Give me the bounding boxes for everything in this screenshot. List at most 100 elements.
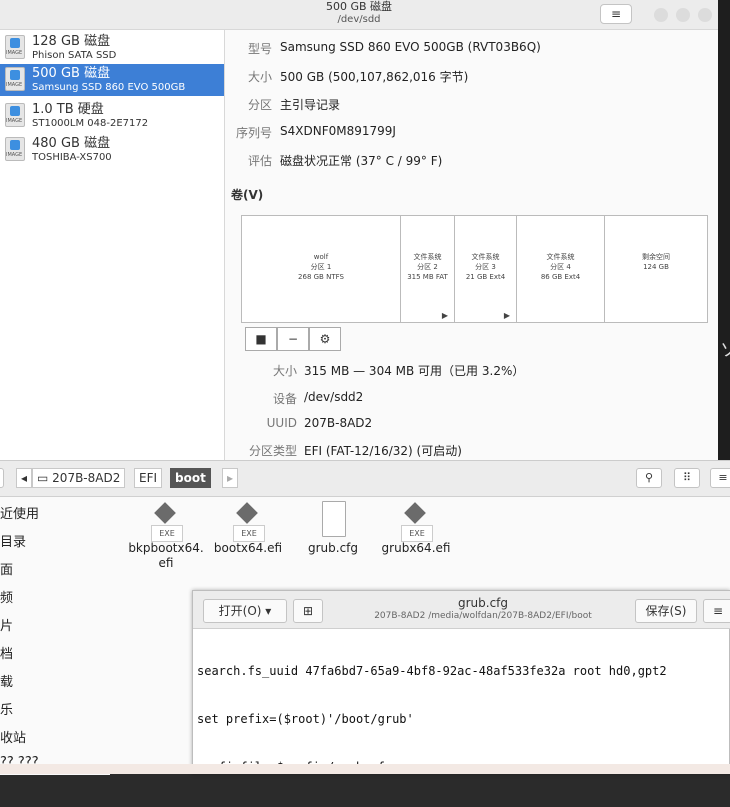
document-path: 207B-8AD2 /media/wolfdan/207B-8AD2/EFI/b… bbox=[374, 611, 592, 621]
desktop-glyph: ソ bbox=[720, 340, 730, 361]
breadcrumb-label: 207B-8AD2 bbox=[52, 471, 121, 485]
drive-icon: ▭ bbox=[37, 471, 49, 485]
uuid-value: 207B-8AD2 bbox=[304, 416, 373, 430]
document-title: grub.cfg bbox=[457, 596, 509, 610]
file-item[interactable]: bootx64.efi bbox=[208, 501, 288, 556]
pin-icon[interactable]: ⊞ bbox=[293, 599, 323, 623]
serial-value: S4XDNF0M891799J bbox=[280, 124, 396, 138]
back-button[interactable] bbox=[0, 468, 4, 488]
segment-title: 文件系统 bbox=[471, 253, 500, 261]
minimize-button[interactable] bbox=[654, 8, 668, 22]
segment-title: wolf bbox=[313, 253, 329, 261]
segment-title: 文件系统 bbox=[546, 253, 575, 261]
volume-segment-free[interactable]: 剩余空间 124 GB bbox=[605, 216, 707, 322]
file-name: bkpbootx64.efi bbox=[128, 541, 204, 570]
disk-item[interactable]: 1.0 TB 硬盘 ST1000LM 048-2E7172 bbox=[0, 100, 224, 132]
chevron-left-icon[interactable]: ◂ bbox=[16, 468, 32, 488]
places-sidebar: 近使用 目录 面 频 片 档 载 乐 收站 ?? ??? bbox=[0, 497, 110, 775]
disk-name: 500 GB 磁盘 bbox=[32, 66, 111, 81]
volume-segment[interactable]: wolf 分区 1 268 GB NTFS bbox=[242, 216, 401, 322]
sidebar-item-desktop[interactable]: 面 bbox=[0, 559, 13, 578]
segment-size: 86 GB Ext4 bbox=[540, 273, 581, 281]
segment-size: 315 MB FAT bbox=[407, 273, 448, 281]
executable-file-icon bbox=[233, 501, 265, 542]
editor-headerbar: 打开(O) ▾ ⊞ grub.cfg 207B-8AD2 /media/wolf… bbox=[193, 591, 730, 629]
text-editor-window: 打开(O) ▾ ⊞ grub.cfg 207B-8AD2 /media/wolf… bbox=[192, 590, 730, 774]
save-button[interactable]: 保存(S) bbox=[635, 599, 697, 623]
breadcrumb-drive[interactable]: ▭ 207B-8AD2 bbox=[32, 468, 126, 488]
sidebar-item-music[interactable]: 乐 bbox=[0, 699, 13, 718]
model-value: Samsung SSD 860 EVO 500GB (RVT03B6Q) bbox=[280, 40, 541, 54]
partition-type-label: 分区类型 bbox=[248, 444, 297, 458]
disk-item[interactable]: 128 GB 磁盘 Phison SATA SSD bbox=[0, 32, 224, 64]
file-name: bootx64.efi bbox=[213, 541, 283, 555]
delete-partition-button[interactable]: − bbox=[277, 327, 309, 351]
segment-title: 文件系统 bbox=[413, 253, 442, 261]
segment-partition: 分区 2 bbox=[417, 263, 438, 271]
serial-label: 序列号 bbox=[235, 126, 272, 140]
unmount-button[interactable]: ■ bbox=[245, 327, 277, 351]
code-line: search.fs_uuid 47fa6bd7-65a9-4bf8-92ac-4… bbox=[197, 664, 667, 678]
text-editor-area[interactable]: search.fs_uuid 47fa6bd7-65a9-4bf8-92ac-4… bbox=[197, 631, 730, 774]
maximize-button[interactable] bbox=[676, 8, 690, 22]
file-name: grub.cfg bbox=[307, 541, 359, 555]
partitioning-label: 分区 bbox=[247, 98, 272, 112]
segment-size: 21 GB Ext4 bbox=[465, 273, 506, 281]
open-button[interactable]: 打开(O) ▾ bbox=[203, 599, 287, 623]
sidebar-item-videos[interactable]: 频 bbox=[0, 587, 13, 606]
breadcrumb-boot[interactable]: boot bbox=[170, 468, 211, 488]
gear-icon[interactable]: ⚙ bbox=[309, 327, 341, 351]
volume-segment[interactable]: 文件系统 分区 3 21 GB Ext4 ▶ bbox=[455, 216, 517, 322]
partition-type-value: EFI (FAT-12/16/32) (可启动) bbox=[304, 444, 462, 458]
sidebar-item-pictures[interactable]: 片 bbox=[0, 615, 13, 634]
chevron-right-icon[interactable]: ▸ bbox=[222, 468, 238, 488]
text-file-icon bbox=[318, 501, 348, 539]
disk-item[interactable]: 480 GB 磁盘 TOSHIBA-XS700 bbox=[0, 134, 224, 166]
disk-name: 480 GB 磁盘 bbox=[32, 136, 111, 151]
disk-name: 128 GB 磁盘 bbox=[32, 34, 111, 49]
volume-segment[interactable]: 文件系统 分区 4 86 GB Ext4 bbox=[517, 216, 605, 322]
segment-partition: 分区 4 bbox=[550, 263, 571, 271]
sidebar-item-documents[interactable]: 档 bbox=[0, 643, 13, 662]
disk-image-icon bbox=[5, 67, 25, 91]
disks-window: 500 GB 磁盘 /dev/sdd ≡ 128 GB 磁盘 Phison SA… bbox=[0, 0, 718, 460]
disk-image-icon bbox=[5, 137, 25, 161]
sidebar-item-downloads[interactable]: 载 bbox=[0, 671, 13, 690]
executable-file-icon bbox=[401, 501, 433, 542]
disk-model: Samsung SSD 860 EVO 500GB bbox=[32, 82, 186, 93]
file-item[interactable]: grubx64.efi bbox=[376, 501, 456, 556]
sidebar-item-home[interactable]: 目录 bbox=[0, 531, 26, 550]
disk-item-selected[interactable]: 500 GB 磁盘 Samsung SSD 860 EVO 500GB bbox=[0, 64, 224, 96]
desktop-background bbox=[718, 0, 730, 460]
device-value: /dev/sdd2 bbox=[304, 390, 364, 404]
breadcrumb-efi[interactable]: EFI bbox=[134, 468, 163, 488]
executable-file-icon bbox=[151, 501, 183, 542]
size-label: 大小 bbox=[247, 70, 272, 84]
hamburger-icon[interactable]: ≡ bbox=[710, 468, 730, 488]
disk-model: TOSHIBA-XS700 bbox=[32, 152, 112, 163]
search-icon[interactable]: ⚲ bbox=[636, 468, 662, 488]
sidebar-item-trash[interactable]: 收站 bbox=[0, 727, 26, 746]
volume-segment-selected[interactable]: 文件系统 分区 2 315 MB FAT ▶ bbox=[401, 216, 455, 322]
disks-titlebar: 500 GB 磁盘 /dev/sdd ≡ bbox=[0, 0, 718, 30]
segment-partition: 分区 3 bbox=[475, 263, 496, 271]
assessment-label: 评估 bbox=[247, 154, 272, 168]
hamburger-icon[interactable]: ≡ bbox=[703, 599, 730, 623]
assessment-value: 磁盘状况正常 (37° C / 99° F) bbox=[280, 154, 443, 168]
file-item[interactable]: grub.cfg bbox=[293, 501, 373, 556]
partitioning-value: 主引导记录 bbox=[280, 98, 341, 112]
play-arrow-icon: ▶ bbox=[503, 311, 510, 320]
segment-title: 剩余空间 bbox=[642, 253, 670, 261]
sidebar-item-recent[interactable]: 近使用 bbox=[0, 503, 39, 522]
partition-size-label: 大小 bbox=[272, 364, 297, 378]
size-value: 500 GB (500,107,862,016 字节) bbox=[280, 70, 469, 84]
disk-image-icon bbox=[5, 35, 25, 59]
uuid-label: UUID bbox=[266, 416, 297, 430]
file-manager-toolbar: ◂ ▭ 207B-8AD2 EFI boot ▸ ⚲ ⠿ ≡ bbox=[0, 461, 730, 497]
device-label: 设备 bbox=[272, 392, 297, 406]
file-item[interactable]: bkpbootx64.efi bbox=[126, 501, 206, 571]
hamburger-icon[interactable]: ≡ bbox=[600, 4, 632, 24]
view-toggle-icon[interactable]: ⠿ bbox=[674, 468, 700, 488]
status-strip bbox=[0, 764, 730, 774]
close-button[interactable] bbox=[698, 8, 712, 22]
